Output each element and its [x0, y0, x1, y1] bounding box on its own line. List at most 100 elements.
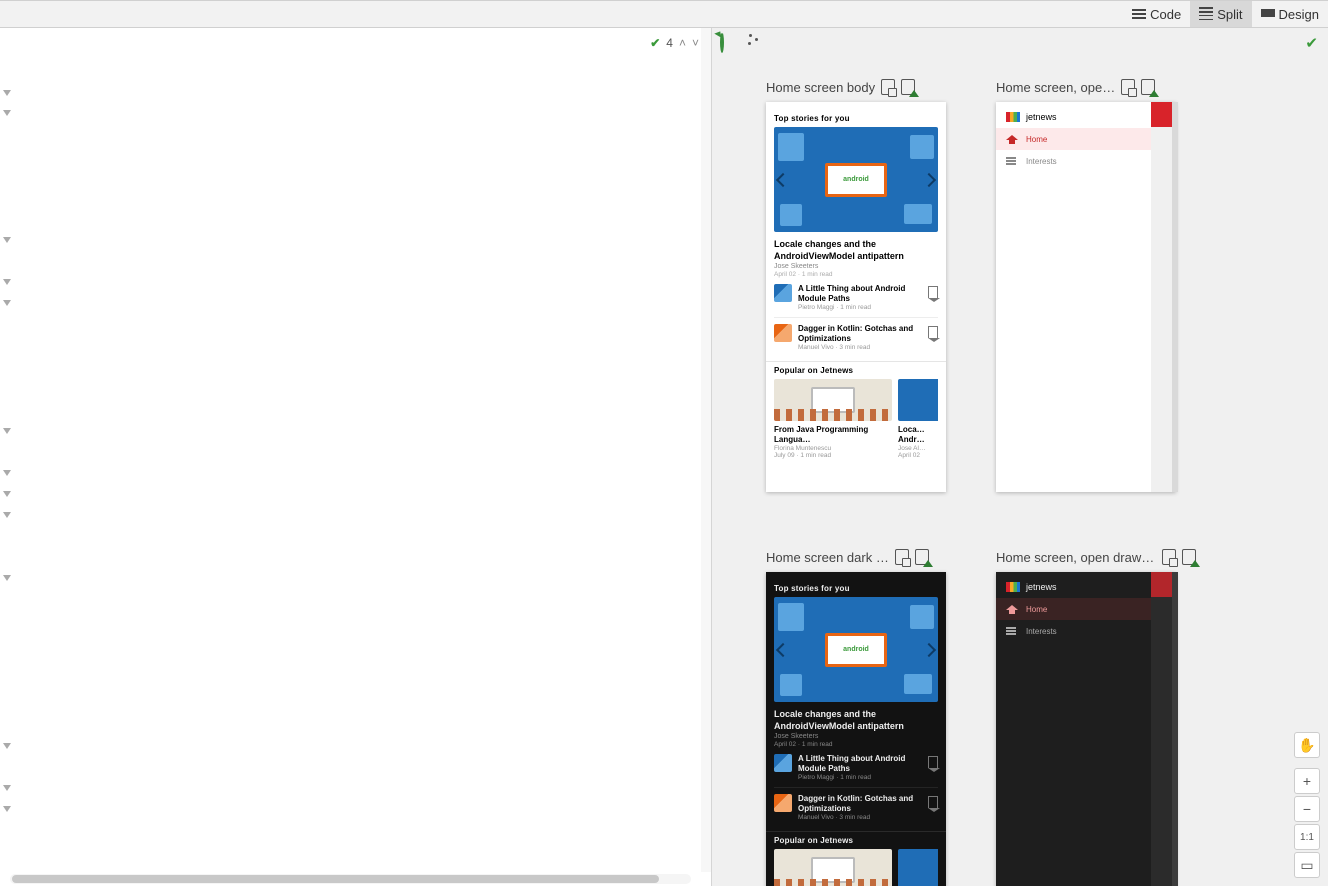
preview-canvas[interactable]: jetnews Home Interests — [996, 572, 1176, 886]
fold-icon[interactable] — [3, 237, 11, 245]
drawer-item-label: Interests — [1026, 157, 1057, 166]
drawer-item-interests[interactable]: Interests — [996, 150, 1151, 172]
run-preview-icon[interactable] — [901, 79, 915, 95]
preview-title: Home screen, open drawer dar… — [996, 550, 1156, 565]
preview-settings-icon[interactable] — [746, 34, 762, 50]
tab-split-label: Split — [1217, 7, 1242, 22]
thumbnail — [774, 284, 792, 302]
horizontal-scrollbar[interactable] — [10, 874, 691, 884]
split-icon — [1199, 7, 1213, 21]
hero-title: Locale changes and the AndroidViewModel … — [774, 238, 938, 262]
section-header: Popular on Jetnews — [774, 836, 938, 845]
list-item: A Little Thing about Android Module Path… — [774, 278, 938, 317]
preview-open-drawer: Home screen, ope… jetnews Home — [996, 78, 1196, 518]
drawer-brand: jetnews — [1026, 112, 1057, 122]
card: From Java Programming Langua… Florina Mu… — [774, 379, 892, 459]
fold-icon[interactable] — [3, 300, 11, 308]
home-icon — [1006, 603, 1018, 615]
thumbnail — [774, 794, 792, 812]
fold-icon[interactable] — [3, 785, 11, 793]
android-badge: android — [825, 163, 887, 197]
preview-home-body: Home screen body Top stories for you and… — [766, 78, 966, 518]
status-check-icon: ✔ — [1305, 34, 1318, 52]
jetnews-logo-icon — [1006, 582, 1020, 592]
drawer-item-label: Home — [1026, 135, 1047, 144]
zoom-reset-button[interactable]: 1:1 — [1294, 824, 1320, 850]
run-preview-icon[interactable] — [915, 549, 929, 565]
preview-title: Home screen body — [766, 80, 875, 95]
tab-design[interactable]: Design — [1252, 1, 1328, 27]
section-header: Top stories for you — [774, 584, 938, 593]
gutter — [0, 34, 14, 886]
scroll-indicator — [1172, 572, 1178, 886]
fold-icon[interactable] — [3, 743, 11, 751]
zoom-in-button[interactable]: + — [1294, 768, 1320, 794]
preview-canvas[interactable]: Top stories for you android Locale chang… — [766, 572, 946, 886]
bookmark-icon[interactable] — [928, 756, 938, 768]
bookmark-icon[interactable] — [928, 796, 938, 808]
hero-meta: April 02 · 1 min read — [774, 271, 938, 278]
fold-icon[interactable] — [3, 512, 11, 520]
android-badge: android — [825, 633, 887, 667]
hero-image: android — [774, 597, 938, 702]
jetnews-logo-icon — [1006, 112, 1020, 122]
code-editor[interactable]: * Full width divider with padding for [P… — [14, 28, 711, 872]
preview-pane: ✔ Home screen body Top stories for you a… — [712, 28, 1328, 886]
preview-toolbar: ✔ — [712, 28, 1328, 56]
fold-icon[interactable] — [3, 575, 11, 583]
preview-open-drawer-dark: Home screen, open drawer dar… jetnews — [996, 548, 1196, 886]
preview-grid: Home screen body Top stories for you and… — [766, 78, 1288, 886]
main-split: ✔ 4 ˄ ˅ * Full width di — [0, 28, 1328, 886]
card: From Java Programming Langua…Florina Mun… — [774, 849, 892, 886]
list-icon — [1006, 625, 1018, 637]
tab-code[interactable]: Code — [1123, 1, 1190, 27]
fold-icon[interactable] — [3, 110, 11, 118]
deploy-to-device-icon[interactable] — [1121, 79, 1135, 95]
drawer-item-interests[interactable]: Interests — [996, 620, 1151, 642]
drawer-brand: jetnews — [1026, 582, 1057, 592]
drawer-item-home[interactable]: Home — [996, 598, 1151, 620]
hero-title: Locale changes and the AndroidViewModel … — [774, 708, 938, 732]
section-header: Popular on Jetnews — [774, 366, 938, 375]
list-item: Dagger in Kotlin: Gotchas and Optimizati… — [774, 317, 938, 357]
deploy-to-device-icon[interactable] — [895, 549, 909, 565]
drawer-item-label: Home — [1026, 605, 1047, 614]
fold-icon[interactable] — [3, 279, 11, 287]
deploy-to-device-icon[interactable] — [881, 79, 895, 95]
scrollbar-thumb[interactable] — [12, 875, 659, 883]
zoom-out-button[interactable]: − — [1294, 796, 1320, 822]
card: Loca… Andr…Jose Al…April 02 — [898, 849, 938, 886]
fold-icon[interactable] — [3, 90, 11, 98]
inspection-strip[interactable] — [701, 28, 711, 872]
scroll-indicator — [1172, 102, 1178, 492]
zoom-controls: ✋ + − 1:1 ▭ — [1294, 732, 1320, 878]
fold-icon[interactable] — [3, 806, 11, 814]
hero-author: Jose Skeeters — [774, 733, 938, 740]
preview-canvas[interactable]: jetnews Home Interests — [996, 102, 1176, 492]
fold-icon[interactable] — [3, 491, 11, 499]
card: Loca… Andr… Jose Al… April 02 — [898, 379, 938, 459]
tab-split[interactable]: Split — [1190, 1, 1251, 27]
refresh-icon[interactable] — [720, 34, 736, 50]
bookmark-icon[interactable] — [928, 286, 938, 298]
drawer-item-label: Interests — [1026, 627, 1057, 636]
list-item: Dagger in Kotlin: Gotchas and Optimizati… — [774, 787, 938, 827]
fold-icon[interactable] — [3, 470, 11, 478]
thumbnail — [774, 754, 792, 772]
deploy-to-device-icon[interactable] — [1162, 549, 1176, 565]
list-icon — [1006, 155, 1018, 167]
preview-title: Home screen, ope… — [996, 80, 1115, 95]
tab-code-label: Code — [1150, 7, 1181, 22]
list-item: A Little Thing about Android Module Path… — [774, 748, 938, 787]
run-preview-icon[interactable] — [1141, 79, 1155, 95]
hero-meta: April 02 · 1 min read — [774, 741, 938, 748]
drawer-item-home[interactable]: Home — [996, 128, 1151, 150]
code-pane: ✔ 4 ˄ ˅ * Full width di — [0, 28, 712, 886]
preview-canvas[interactable]: Top stories for you android Locale chang… — [766, 102, 946, 492]
zoom-fit-button[interactable]: ▭ — [1294, 852, 1320, 878]
bookmark-icon[interactable] — [928, 326, 938, 338]
fold-icon[interactable] — [3, 428, 11, 436]
pan-button[interactable]: ✋ — [1294, 732, 1320, 758]
run-preview-icon[interactable] — [1182, 549, 1196, 565]
design-icon — [1261, 7, 1275, 21]
